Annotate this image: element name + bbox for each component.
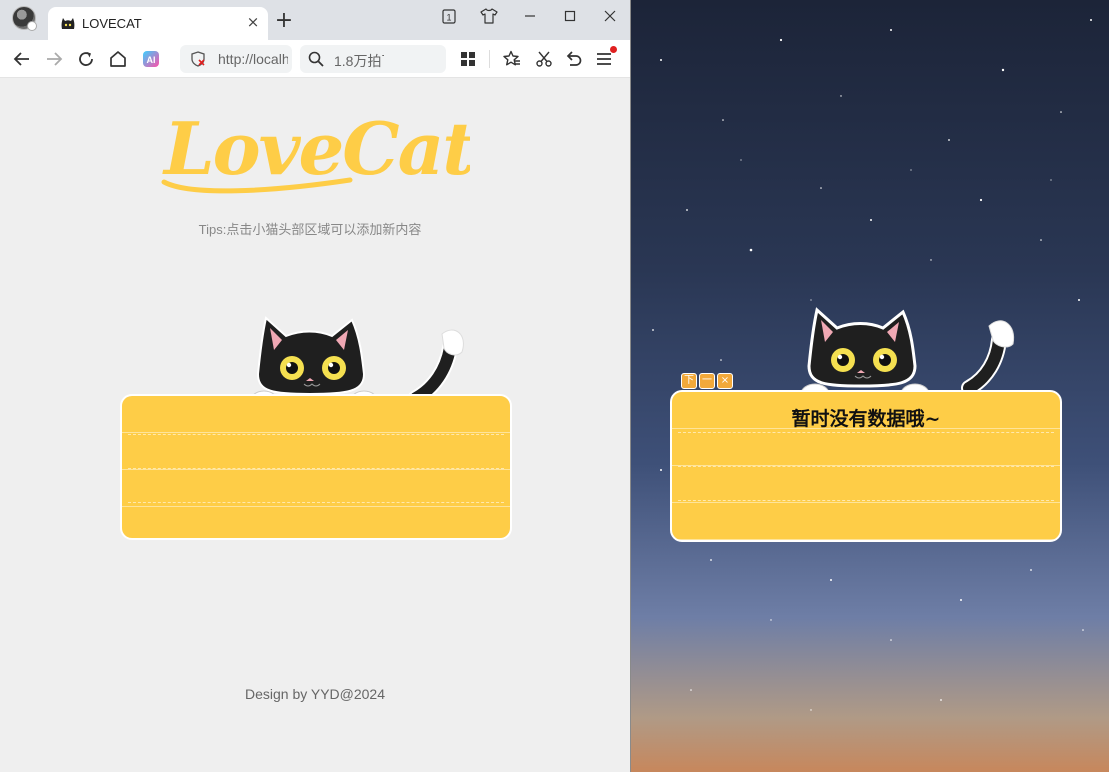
close-icon (604, 10, 616, 22)
note-card[interactable] (120, 394, 512, 540)
close-window-button[interactable] (597, 4, 623, 28)
tab-title: LOVECAT (82, 16, 142, 31)
card-rule (128, 434, 504, 435)
home-button[interactable] (107, 48, 129, 70)
forward-button[interactable] (43, 48, 65, 70)
undo-icon (566, 51, 582, 66)
widget-pin-button[interactable]: 下 (681, 373, 697, 389)
avatar-icon[interactable] (12, 6, 37, 31)
search-box[interactable]: 1.8万拍下 (300, 45, 446, 73)
skin-button[interactable] (476, 4, 502, 28)
favorites-button[interactable] (501, 48, 523, 70)
widget-cat-head[interactable] (797, 304, 1027, 404)
tab-count-button[interactable]: 1 (436, 4, 462, 28)
maximize-icon (564, 10, 576, 22)
ai-button[interactable]: AI (140, 48, 162, 70)
svg-text:1: 1 (446, 12, 451, 22)
tab-count-icon: 1 (442, 8, 456, 24)
reload-button[interactable] (75, 48, 97, 70)
scissors-icon (536, 51, 552, 67)
menu-button[interactable] (593, 46, 617, 70)
minimize-button[interactable] (517, 4, 543, 28)
widget-controls: 下 一 × (681, 373, 733, 389)
card-rule (678, 432, 1054, 433)
tips-text: Tips:点击小猫头部区域可以添加新内容 (198, 222, 422, 237)
card-rule (678, 500, 1054, 501)
search-icon (308, 51, 324, 67)
widget-minimize-button[interactable]: 一 (699, 373, 715, 389)
home-icon (110, 51, 126, 67)
maximize-button[interactable] (557, 4, 583, 28)
lovecat-logo: LoveCat (161, 106, 470, 194)
card-rule (678, 466, 1054, 467)
browser-tab[interactable]: LOVECAT × (48, 7, 268, 40)
card-rule (128, 502, 504, 503)
svg-text:AI: AI (147, 55, 156, 65)
minimize-icon (525, 15, 535, 17)
favorites-icon (503, 50, 520, 66)
undo-button[interactable] (563, 48, 585, 70)
apps-button[interactable] (457, 48, 479, 70)
new-tab-button[interactable]: + (274, 10, 294, 32)
screenshot-button[interactable] (533, 48, 555, 70)
page-content: LoveCat Tips:点击小猫头部区域可以添加新内容 Design by Y… (0, 78, 630, 772)
apps-grid-icon (461, 52, 475, 66)
search-text[interactable]: 1.8万拍下 (334, 51, 384, 71)
shirt-icon (480, 8, 498, 24)
browser-toolbar: AI http://localhost 1.8万拍下 (0, 40, 630, 78)
notification-dot (610, 46, 617, 53)
back-icon (13, 52, 29, 66)
footer-credit: Design by YYD@2024 (244, 686, 386, 702)
menu-icon (597, 53, 611, 65)
tab-close-icon[interactable]: × (244, 13, 262, 31)
widget-close-button[interactable]: × (717, 373, 733, 389)
security-shield-icon[interactable] (190, 51, 206, 67)
empty-state-message: 暂时没有数据哦~ (791, 408, 941, 430)
browser-window: LOVECAT × + 1 AI http://localh 1.8万拍 Lov… (0, 0, 630, 772)
reload-icon (79, 52, 93, 66)
address-url[interactable]: http://localhost (218, 51, 288, 67)
svg-text:LoveCat: LoveCat (162, 106, 470, 191)
desktop-wallpaper: 下 一 × 暂时没有数据哦~ (630, 0, 1109, 772)
forward-icon (47, 52, 63, 66)
ai-icon: AI (143, 51, 159, 67)
card-rule (128, 468, 504, 469)
toolbar-divider (489, 50, 490, 68)
tab-strip: LOVECAT × + 1 (0, 0, 630, 40)
cat-favicon-icon (61, 18, 75, 29)
widget-note-card[interactable]: 暂时没有数据哦~ (670, 390, 1062, 542)
address-bar[interactable]: http://localhost (180, 45, 292, 73)
back-button[interactable] (11, 48, 33, 70)
